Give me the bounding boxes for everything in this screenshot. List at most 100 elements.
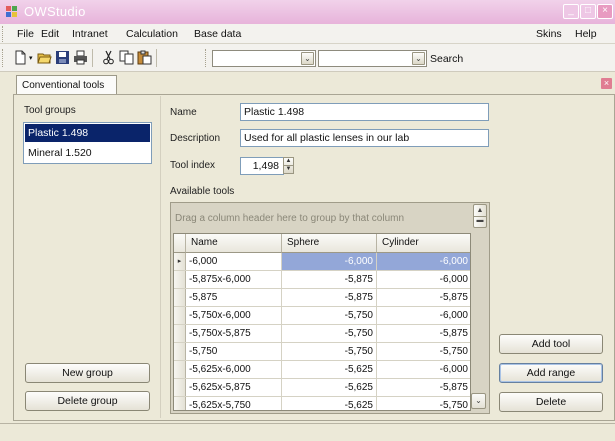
cell-cylinder[interactable]: -6,000 — [377, 307, 470, 324]
maximize-button[interactable]: □ — [580, 4, 596, 19]
table-row[interactable]: -5,875 -5,875 -5,875 — [174, 289, 470, 307]
panel-splitter[interactable] — [160, 96, 163, 418]
cell-sphere[interactable]: -5,875 — [282, 289, 377, 306]
row-header — [174, 343, 186, 360]
list-item[interactable]: Plastic 1.498 — [25, 124, 150, 142]
scroll-down-icon[interactable]: ⌄ — [471, 393, 486, 409]
table-row[interactable]: -5,750x-6,000 -5,750 -6,000 — [174, 307, 470, 325]
table-row[interactable]: -5,625x-6,000 -5,625 -6,000 — [174, 361, 470, 379]
delete-group-button[interactable]: Delete group — [25, 391, 150, 411]
add-range-button[interactable]: Add range — [499, 363, 603, 383]
save-icon[interactable] — [55, 50, 70, 65]
stepper-up-icon[interactable]: ▲ — [284, 158, 293, 165]
print-icon[interactable] — [73, 50, 88, 65]
menu-base-data[interactable]: Base data — [194, 28, 241, 40]
row-header — [174, 379, 186, 396]
menu-edit[interactable]: Edit — [41, 28, 59, 40]
cell-name[interactable]: -6,000 — [186, 253, 282, 270]
cell-name[interactable]: -5,875 — [186, 289, 282, 306]
toolbar-grip — [2, 49, 5, 67]
column-header-cylinder[interactable]: Cylinder — [377, 234, 470, 253]
new-group-button[interactable]: New group — [25, 363, 150, 383]
open-folder-icon[interactable] — [37, 50, 52, 65]
cell-sphere[interactable]: -5,750 — [282, 307, 377, 324]
cell-sphere[interactable]: -6,000 — [282, 253, 377, 270]
tool-index-field[interactable]: 1,498 — [240, 157, 284, 175]
cell-name[interactable]: -5,750x-5,875 — [186, 325, 282, 342]
menu-calculation[interactable]: Calculation — [126, 28, 178, 40]
table-row[interactable]: -5,875x-6,000 -5,875 -6,000 — [174, 271, 470, 289]
cell-cylinder[interactable]: -5,750 — [377, 343, 470, 360]
minimize-button[interactable]: _ — [563, 4, 579, 19]
table-row[interactable]: -5,625x-5,750 -5,625 -5,750 — [174, 397, 470, 410]
table-row[interactable]: -5,750x-5,875 -5,750 -5,875 — [174, 325, 470, 343]
menu-skins[interactable]: Skins — [536, 28, 562, 40]
title-bar — [0, 0, 615, 24]
new-dropdown-icon[interactable]: ▾ — [29, 54, 33, 62]
search-button[interactable]: Search — [430, 53, 463, 65]
cell-name[interactable]: -5,750 — [186, 343, 282, 360]
tool-index-stepper[interactable]: ▲ ▼ — [283, 157, 294, 174]
cell-name[interactable]: -5,625x-6,000 — [186, 361, 282, 378]
cell-cylinder[interactable]: -6,000 — [377, 361, 470, 378]
cell-cylinder[interactable]: -5,750 — [377, 397, 470, 410]
row-header — [174, 397, 186, 410]
toolbar-separator — [156, 49, 157, 67]
row-header — [174, 307, 186, 324]
toolbar-combo-2[interactable]: ⌄ — [318, 50, 427, 67]
cell-cylinder[interactable]: -6,000 — [377, 271, 470, 288]
name-label: Name — [170, 107, 197, 118]
menu-file[interactable]: File — [17, 28, 34, 40]
tool-groups-list[interactable]: Plastic 1.498 Mineral 1.520 — [23, 122, 152, 164]
tool-groups-label: Tool groups — [24, 105, 76, 116]
cell-sphere[interactable]: -5,750 — [282, 343, 377, 360]
column-header-name[interactable]: Name — [186, 234, 282, 253]
column-header-sphere[interactable]: Sphere — [282, 234, 377, 253]
tools-grid[interactable]: Name Sphere Cylinder ▸ -6,000 -6,000 -6,… — [173, 233, 471, 411]
description-field[interactable]: Used for all plastic lenses in our lab — [240, 129, 489, 147]
cell-name[interactable]: -5,625x-5,750 — [186, 397, 282, 410]
window-title: OWStudio — [24, 4, 86, 19]
cell-sphere[interactable]: -5,625 — [282, 379, 377, 396]
cell-cylinder[interactable]: -5,875 — [377, 379, 470, 396]
cell-sphere[interactable]: -5,625 — [282, 361, 377, 378]
cut-icon[interactable] — [101, 50, 116, 65]
add-tool-button[interactable]: Add tool — [499, 334, 603, 354]
cell-cylinder[interactable]: -5,875 — [377, 289, 470, 306]
delete-button[interactable]: Delete — [499, 392, 603, 412]
stepper-down-icon[interactable]: ▼ — [284, 165, 293, 172]
new-document-icon[interactable] — [13, 50, 28, 65]
cell-cylinder[interactable]: -5,875 — [377, 325, 470, 342]
toolbar-separator — [92, 49, 93, 67]
chevron-down-icon[interactable]: ⌄ — [301, 52, 314, 65]
row-header — [174, 289, 186, 306]
row-pointer-icon: ▸ — [174, 253, 186, 270]
description-label: Description — [170, 133, 221, 144]
cell-cylinder[interactable]: -6,000 — [377, 253, 470, 270]
table-row[interactable]: -5,750 -5,750 -5,750 — [174, 343, 470, 361]
cell-sphere[interactable]: -5,875 — [282, 271, 377, 288]
paste-icon[interactable] — [137, 50, 152, 65]
copy-icon[interactable] — [119, 50, 134, 65]
close-button[interactable]: × — [597, 4, 613, 19]
menu-intranet[interactable]: Intranet — [72, 28, 108, 40]
row-header — [174, 325, 186, 342]
cell-sphere[interactable]: -5,625 — [282, 397, 377, 410]
menu-help[interactable]: Help — [575, 28, 597, 40]
table-row[interactable]: ▸ -6,000 -6,000 -6,000 — [174, 253, 470, 271]
row-header — [174, 271, 186, 288]
row-header-corner — [174, 234, 186, 253]
cell-sphere[interactable]: -5,750 — [282, 325, 377, 342]
toolbar-combo-1[interactable]: ⌄ — [212, 50, 316, 67]
app-logo-icon — [6, 6, 19, 18]
cell-name[interactable]: -5,625x-5,875 — [186, 379, 282, 396]
list-item[interactable]: Mineral 1.520 — [25, 144, 150, 162]
close-tab-icon[interactable]: × — [601, 78, 612, 89]
cell-name[interactable]: -5,875x-6,000 — [186, 271, 282, 288]
name-field[interactable]: Plastic 1.498 — [240, 103, 489, 121]
tab-conventional-tools[interactable]: Conventional tools — [16, 75, 117, 95]
scroll-up-icon[interactable]: ▲ ▬ — [473, 204, 487, 228]
table-row[interactable]: -5,625x-5,875 -5,625 -5,875 — [174, 379, 470, 397]
cell-name[interactable]: -5,750x-6,000 — [186, 307, 282, 324]
chevron-down-icon[interactable]: ⌄ — [412, 52, 425, 65]
